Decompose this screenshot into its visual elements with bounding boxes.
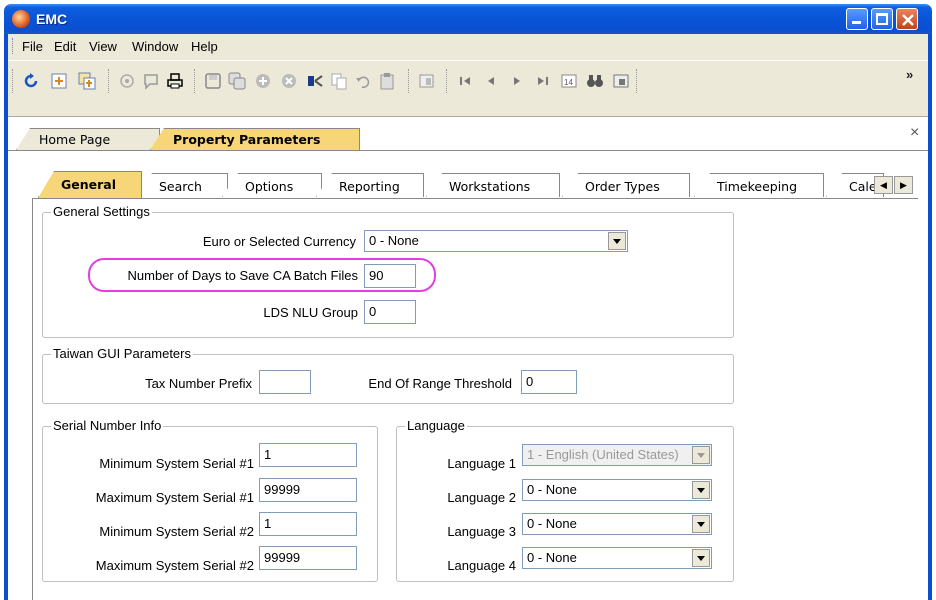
tab-order-types[interactable]: Order Types [562,173,690,197]
max-serial-2-label: Maximum System Serial #2 [95,558,254,573]
goto-record-icon[interactable]: 14 [560,72,578,90]
toolbar-separator [194,69,196,93]
menu-grip [12,38,15,54]
toolbar-separator [446,69,448,93]
tab-scroller: ◀ ▶ [874,176,914,194]
lds-nlu-input[interactable]: 0 [364,300,416,324]
first-record-icon[interactable] [456,72,474,90]
menu-help[interactable]: Help [191,39,218,54]
language-3-label: Language 3 [447,524,516,539]
group-title: Taiwan GUI Parameters [51,346,193,361]
close-button[interactable] [896,8,918,30]
language-1-select: 1 - English (United States) [522,444,712,466]
end-range-input[interactable]: 0 [521,370,577,394]
last-record-icon[interactable] [534,72,552,90]
refresh-icon[interactable] [22,72,40,90]
max-serial-2-input[interactable]: 99999 [259,546,357,570]
delete-circle-icon[interactable] [280,72,298,90]
currency-select[interactable]: 0 - None [364,230,628,252]
comment-icon[interactable] [142,72,160,90]
tab-scroll-right-icon[interactable]: ▶ [894,176,913,194]
tab-reporting[interactable]: Reporting [316,173,424,197]
document-icon[interactable] [418,72,436,90]
paste-icon[interactable] [378,72,396,90]
language-2-select[interactable]: 0 - None [522,479,712,501]
language-1-label: Language 1 [447,456,516,471]
print-icon[interactable] [166,72,184,90]
app-icon[interactable] [12,10,30,28]
group-title: General Settings [51,204,152,219]
min-serial-1-input[interactable]: 1 [259,443,357,467]
previous-record-icon[interactable] [482,72,500,90]
window-title: EMC [36,11,68,27]
toolbar-separator [636,69,638,93]
end-range-label: End Of Range Threshold [368,376,512,391]
tab-workstations[interactable]: Workstations [426,173,560,197]
svg-text:14: 14 [564,78,573,87]
chevron-down-icon[interactable] [692,481,710,499]
add-record-icon[interactable] [50,72,68,90]
find-binoculars-icon[interactable] [586,72,604,90]
currency-label: Euro or Selected Currency [202,234,356,249]
copy-record-icon[interactable] [78,72,96,90]
language-2-label: Language 2 [447,490,516,505]
record-icon[interactable] [118,72,136,90]
language-4-select[interactable]: 0 - None [522,547,712,569]
currency-value: 0 - None [369,233,419,248]
menu-edit[interactable]: Edit [54,39,76,54]
doc-tab-home-page[interactable]: Home Page [16,128,160,150]
doc-tab-divider [8,150,928,151]
save-all-icon[interactable] [228,72,246,90]
menu-view[interactable]: View [89,39,117,54]
toolbar-overflow-button[interactable]: » [906,67,913,82]
chevron-down-icon[interactable] [608,232,626,250]
menu-file[interactable]: File [22,39,43,54]
minimize-button[interactable] [846,8,868,30]
group-title: Serial Number Info [51,418,164,433]
tab-general-active[interactable]: General [38,171,142,198]
close-document-icon[interactable]: × [910,124,919,142]
min-serial-2-label: Minimum System Serial #2 [99,524,254,539]
language-4-label: Language 4 [447,558,516,573]
tab-options[interactable]: Options [222,173,322,197]
toolbar-separator [108,69,110,93]
chevron-down-icon[interactable] [692,515,710,533]
doc-tab-property-parameters[interactable]: Property Parameters [150,128,360,150]
menu-window[interactable]: Window [132,39,178,54]
tax-prefix-input[interactable] [259,370,311,394]
language-4-value: 0 - None [527,550,577,565]
chevron-down-icon[interactable] [692,549,710,567]
tab-search[interactable]: Search [136,173,228,197]
toolbar: 14 » [8,60,928,100]
tab-timekeeping[interactable]: Timekeeping [694,173,824,197]
language-3-value: 0 - None [527,516,577,531]
language-1-value: 1 - English (United States) [527,447,679,462]
toolbar-grip [12,69,14,93]
language-2-value: 0 - None [527,482,577,497]
max-serial-1-label: Maximum System Serial #1 [95,490,254,505]
next-record-icon[interactable] [508,72,526,90]
tax-prefix-label: Tax Number Prefix [145,376,252,391]
max-serial-1-input[interactable]: 99999 [259,478,357,502]
group-title: Language [405,418,467,433]
save-icon[interactable] [204,72,222,90]
toolbar-separator [408,69,410,93]
min-serial-2-input[interactable]: 1 [259,512,357,536]
chevron-down-icon [692,446,710,464]
view-icon[interactable] [612,72,630,90]
title-bar[interactable]: EMC [4,4,932,34]
undo-icon[interactable] [354,72,372,90]
highlight-annotation [88,258,436,292]
tab-scroll-left-icon[interactable]: ◀ [874,176,893,194]
language-3-select[interactable]: 0 - None [522,513,712,535]
lds-nlu-label: LDS NLU Group [263,305,358,320]
add-circle-icon[interactable] [254,72,272,90]
maximize-button[interactable] [871,8,893,30]
cut-icon[interactable] [306,72,324,90]
copy-icon[interactable] [330,72,348,90]
min-serial-1-label: Minimum System Serial #1 [99,456,254,471]
menu-bar: File Edit View Window Help [8,34,928,58]
